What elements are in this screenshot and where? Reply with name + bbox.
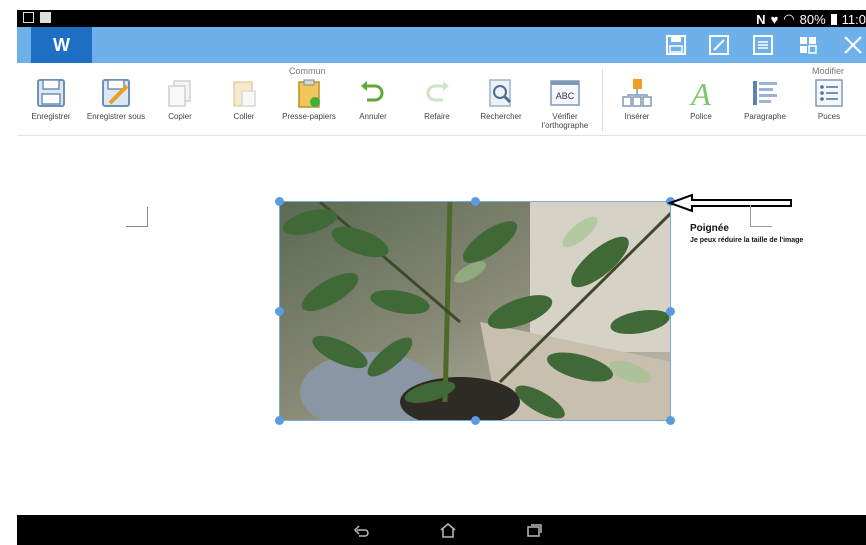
selected-image[interactable] — [279, 201, 671, 421]
save-as-tool-label: Enregistrer sous — [86, 112, 146, 121]
document-canvas[interactable]: Poignée Je peux réduire la taille de l'i… — [17, 137, 866, 515]
back-icon[interactable] — [353, 522, 371, 538]
search-tool-label: Rechercher — [480, 112, 522, 121]
page-margin-corner — [126, 207, 148, 227]
app-logo-button[interactable]: W — [31, 27, 92, 63]
paste-icon — [233, 81, 256, 107]
insert-tool-button[interactable]: Insérer — [601, 77, 673, 133]
callout-title: Poignée — [690, 223, 729, 234]
save-tool-label: Enregistrer — [31, 112, 71, 121]
nfc-icon: N — [756, 11, 766, 27]
insert-tool-label: Insérer — [624, 112, 650, 121]
resize-handle-left[interactable] — [275, 307, 284, 316]
callout-text: Je peux réduire la taille de l'image — [690, 237, 804, 244]
clock: 11:0 — [841, 11, 866, 27]
font-tool-button[interactable]: A Police — [665, 77, 737, 133]
paragraph-tool-label: Paragraphe — [744, 112, 786, 121]
undo-tool-button[interactable]: Annuler — [337, 77, 409, 133]
redo-tool-label: Refaire — [424, 112, 450, 121]
font-tool-label: Police — [690, 112, 712, 121]
battery-icon — [830, 13, 837, 25]
status-bar: N ♥ ◠ 80% 11:0 — [17, 10, 866, 27]
annotation-arrow-icon — [667, 193, 792, 213]
bullets-icon — [815, 79, 843, 107]
clipboard-tool-label: Presse-papiers — [282, 112, 336, 121]
copy-tool-label: Copier — [168, 112, 192, 121]
paragraph-tool-button[interactable]: Paragraphe — [729, 77, 801, 133]
save-tool-button[interactable]: Enregistrer — [15, 77, 87, 133]
floppy-icon — [37, 79, 65, 107]
copy-icon — [168, 80, 191, 107]
shield-icon: ♥ — [770, 11, 779, 27]
spellcheck-icon: ABC — [550, 80, 580, 106]
callout-connector — [750, 205, 772, 227]
screenshot-icon — [23, 12, 34, 23]
resize-handle-top-left[interactable] — [275, 197, 284, 206]
redo-icon — [426, 81, 449, 102]
search-tool-button[interactable]: Rechercher — [465, 77, 537, 133]
resize-handle-right[interactable] — [666, 307, 675, 316]
redo-tool-button[interactable]: Refaire — [401, 77, 473, 133]
copy-tool-button[interactable]: Copier — [144, 77, 216, 133]
plant-photo — [280, 202, 670, 420]
resize-handle-bottom[interactable] — [471, 416, 480, 425]
list-icon[interactable] — [752, 34, 774, 56]
insert-icon — [622, 79, 652, 107]
floppy-pencil-icon — [102, 79, 130, 107]
battery-text: 80% — [799, 11, 826, 27]
paragraph-icon — [753, 81, 777, 105]
download-icon — [40, 12, 51, 23]
resize-handle-bottom-right[interactable] — [666, 416, 675, 425]
home-icon[interactable] — [439, 522, 457, 538]
resize-handle-bottom-left[interactable] — [275, 416, 284, 425]
paste-tool-button[interactable]: Coller — [208, 77, 280, 133]
grid-icon[interactable] — [797, 34, 819, 56]
save-as-tool-button[interactable]: Enregistrer sous — [80, 77, 152, 133]
ribbon-toolbar: Commun Modifier Enregistrer Enregistrer … — [17, 63, 866, 136]
bullets-tool-button[interactable]: Puces — [793, 77, 865, 133]
search-icon — [489, 79, 512, 107]
undo-tool-label: Annuler — [359, 112, 387, 121]
spellcheck-tool-button[interactable]: ABC Vérifier l'orthographe — [529, 77, 601, 133]
undo-icon — [361, 81, 384, 102]
paste-tool-label: Coller — [233, 112, 255, 121]
clipboard-icon — [298, 79, 320, 108]
recent-apps-icon[interactable] — [525, 522, 543, 538]
wifi-icon: ◠ — [783, 11, 795, 26]
clipboard-tool-button[interactable]: Presse-papiers — [273, 77, 345, 133]
group-label-modifier: Modifier — [812, 66, 845, 76]
close-icon[interactable] — [842, 34, 864, 56]
navigation-bar — [17, 515, 866, 545]
edit-icon[interactable] — [708, 34, 730, 56]
save-icon[interactable] — [665, 34, 687, 56]
resize-handle-top[interactable] — [471, 197, 480, 206]
spellcheck-icon-text: ABC — [556, 91, 575, 101]
font-icon-text: A — [689, 77, 711, 109]
bullets-tool-label: Puces — [817, 112, 841, 121]
font-icon: A — [689, 77, 711, 109]
app-bar: W — [17, 27, 866, 63]
group-label-commun: Commun — [289, 66, 326, 76]
app-logo-text: W — [53, 34, 70, 55]
spellcheck-tool-label: Vérifier l'orthographe — [541, 112, 589, 130]
tablet-screen: N ♥ ◠ 80% 11:0 W Commun Modifier Enregis… — [0, 0, 866, 545]
